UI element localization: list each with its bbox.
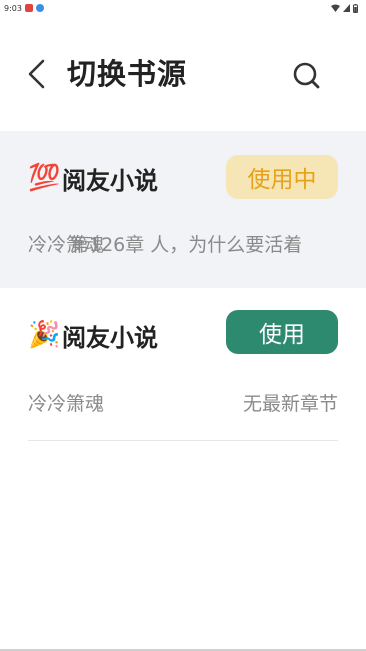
wifi-icon	[331, 4, 340, 12]
download-icon	[35, 4, 44, 12]
divider	[28, 440, 338, 441]
source-name: 阅友小说	[62, 166, 158, 195]
status-left: 9:03	[4, 4, 44, 13]
source-meta: 冷冷箫魂 无最新章节	[28, 388, 338, 416]
status-right	[331, 3, 358, 13]
search-icon	[293, 62, 320, 89]
in-use-button[interactable]: 使用中	[226, 155, 338, 199]
header: 切换书源	[0, 44, 366, 104]
source-name: 阅友小说	[62, 323, 158, 352]
source-meta: 冷冷箫魂 第126章 人，为什么要活着	[28, 231, 338, 259]
search-button[interactable]	[290, 59, 322, 91]
use-button[interactable]: 使用	[226, 310, 338, 354]
latest-chapter-label: 第126章 人，为什么要活着	[70, 234, 303, 256]
source-card[interactable]: 🎉 阅友小说 使用 冷冷箫魂 无最新章节	[0, 288, 366, 441]
page-title: 切换书源	[67, 57, 188, 91]
notification-app-icon	[24, 4, 33, 12]
hundred-points-icon: 💯	[28, 163, 61, 193]
status-time: 9:03	[4, 3, 22, 13]
battery-icon	[353, 3, 358, 13]
back-button[interactable]	[24, 58, 50, 90]
latest-chapter-label: 无最新章节	[242, 392, 338, 415]
party-popper-icon: 🎉	[28, 320, 61, 350]
signal-icon	[343, 4, 350, 12]
source-card-active[interactable]: 💯 阅友小说 使用中 冷冷箫魂 第126章 人，为什么要活着	[0, 131, 366, 288]
chevron-left-icon	[28, 59, 45, 89]
author-label: 冷冷箫魂	[28, 392, 105, 415]
status-bar: 9:03	[0, 0, 366, 16]
